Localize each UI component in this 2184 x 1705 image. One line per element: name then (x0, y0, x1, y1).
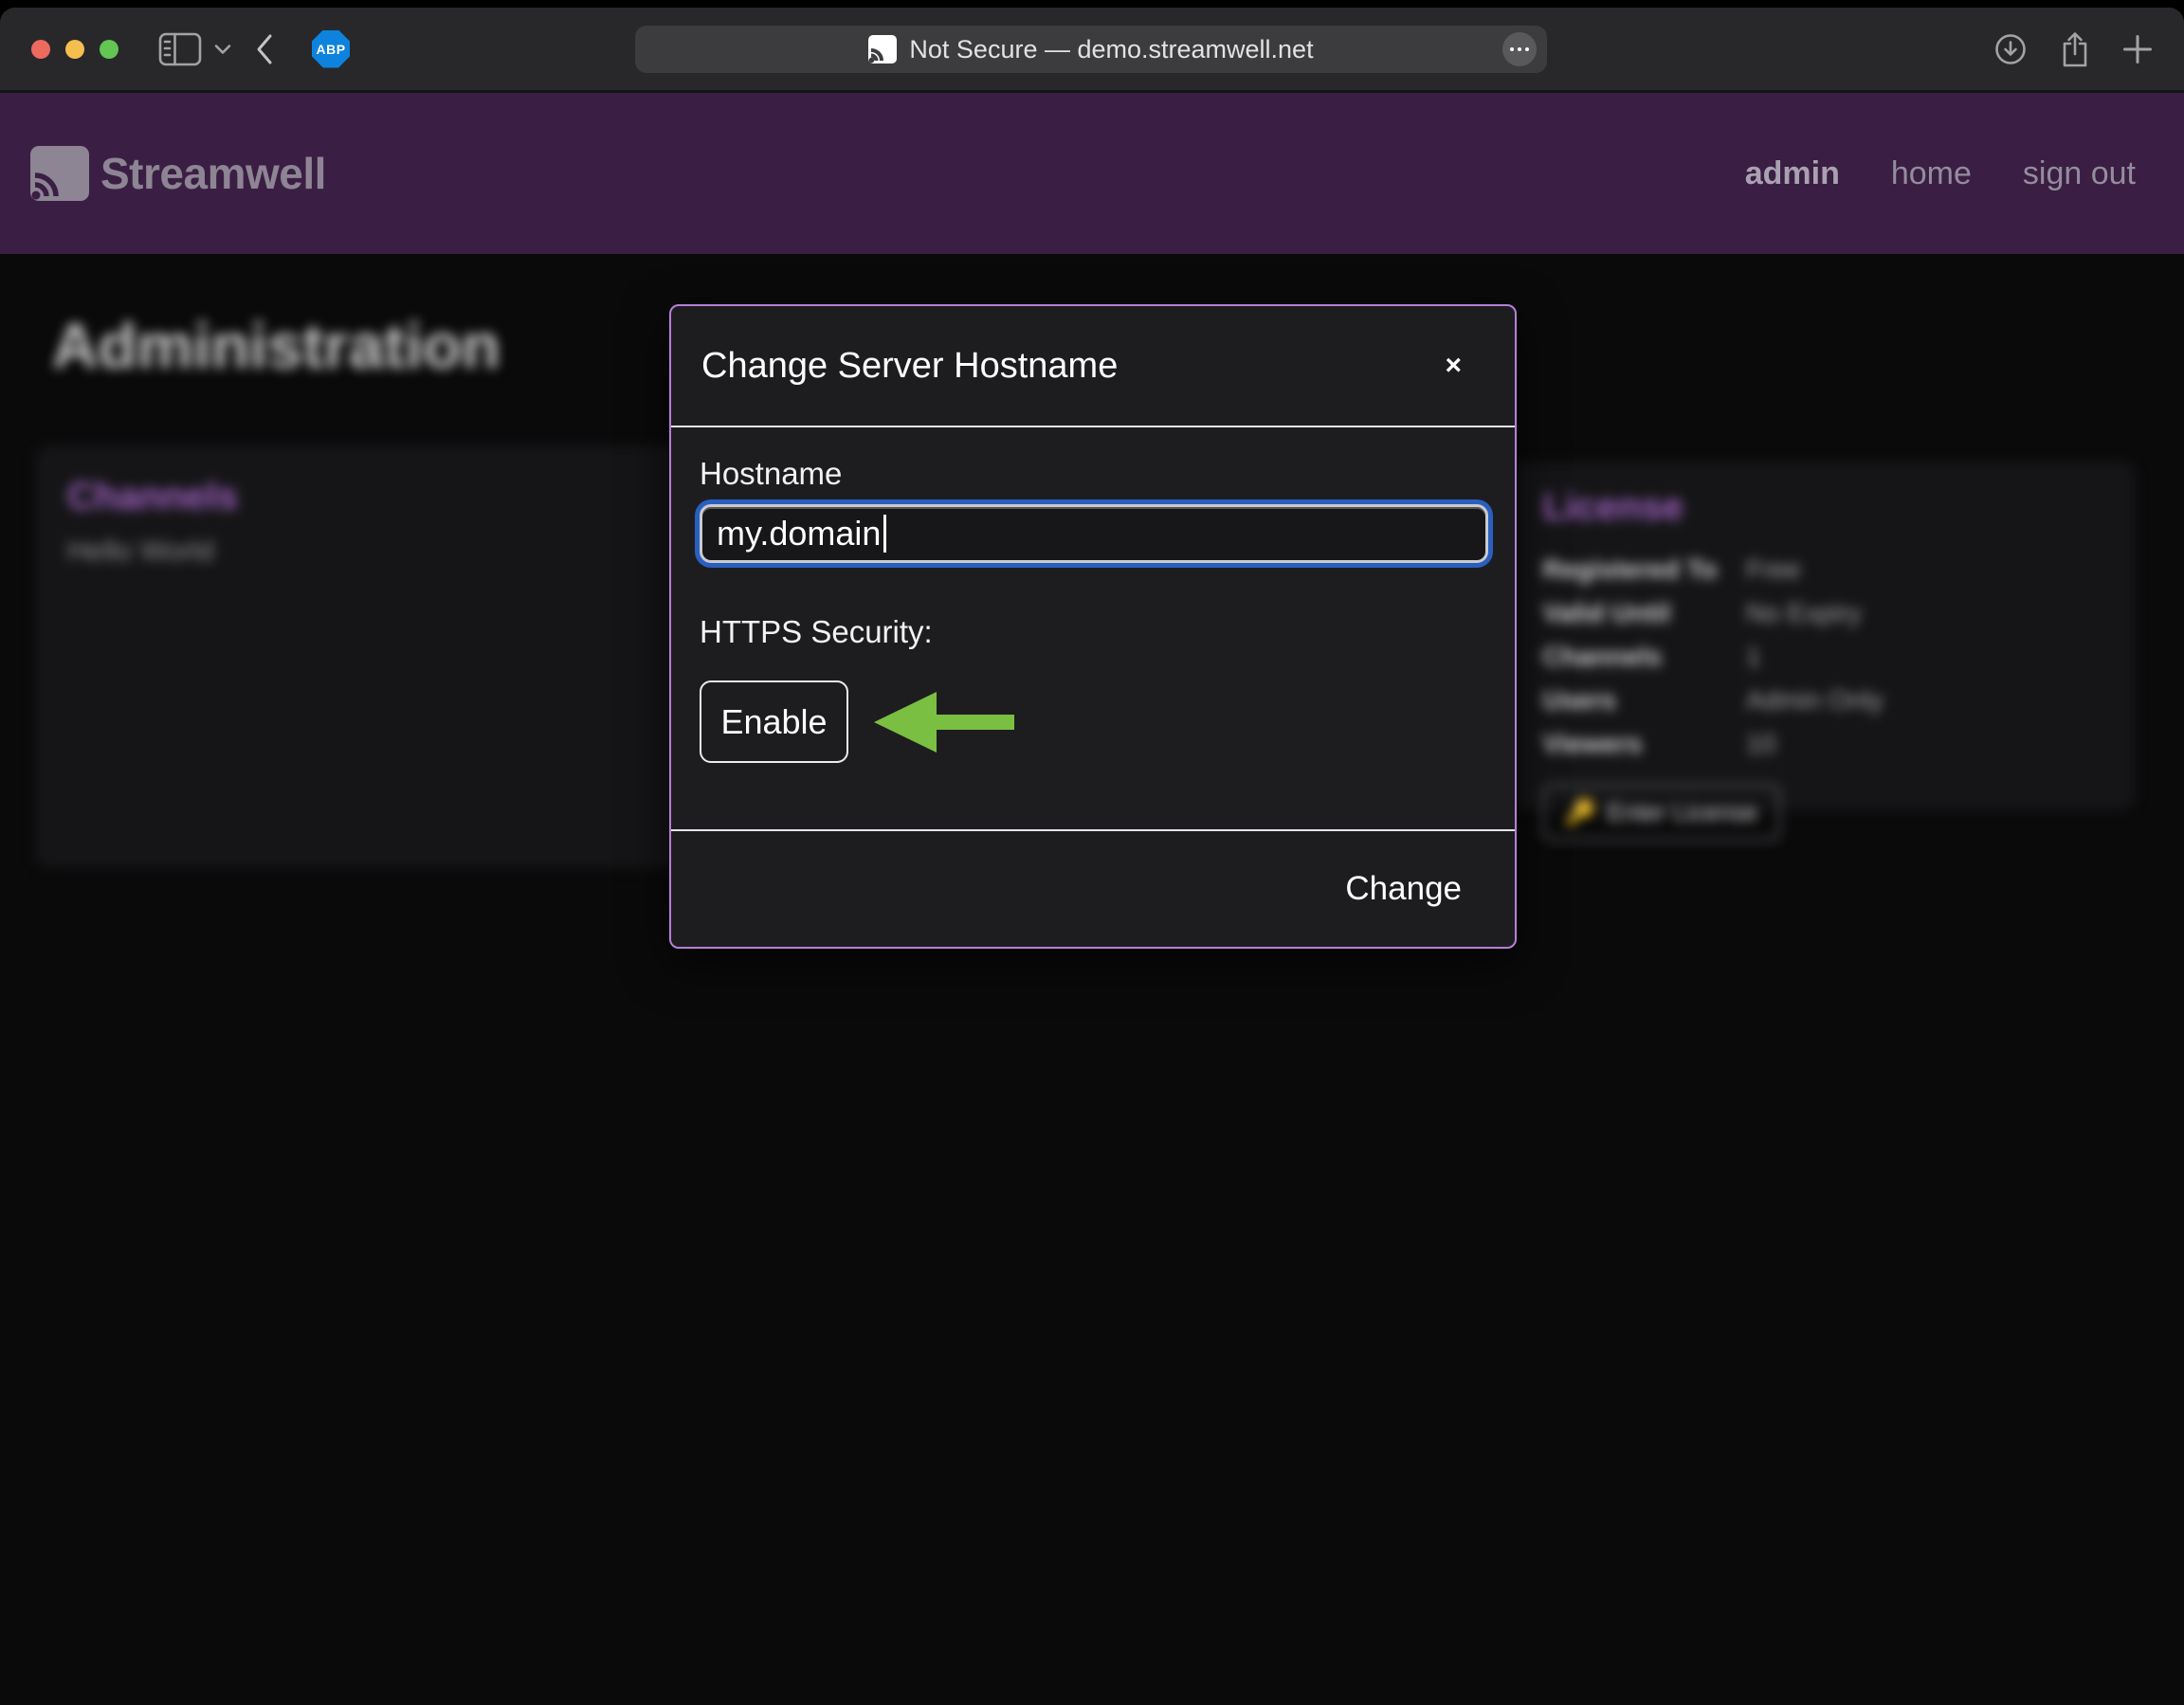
adblock-extension-icon[interactable]: ABP (312, 30, 350, 68)
page-settings-ellipsis-icon[interactable] (1502, 32, 1537, 66)
license-panel: License Registered To Free Valid Until N… (1514, 462, 2136, 810)
key-icon: 🔑 (1565, 798, 1595, 827)
nav-link-home[interactable]: home (1891, 155, 1972, 192)
brand-name: Streamwell (100, 148, 326, 199)
nav-link-admin[interactable]: admin (1745, 155, 1840, 192)
license-row-value: No Expiry (1746, 598, 2107, 628)
nav-link-sign-out[interactable]: sign out (2023, 155, 2136, 192)
downloads-icon[interactable] (1994, 33, 2027, 65)
hostname-label: Hostname (700, 456, 1488, 492)
screen: { "browser": { "window_controls": ["clos… (0, 0, 2184, 1705)
modal-footer: Change (671, 829, 1515, 947)
license-row-label: Viewers (1542, 729, 1746, 759)
license-panel-title: License (1542, 486, 2107, 529)
window-controls (31, 40, 118, 59)
zoom-window-button[interactable] (100, 40, 118, 59)
enable-https-button[interactable]: Enable (700, 680, 848, 763)
license-row-value: Free (1746, 554, 2107, 585)
cast-logo-icon (30, 146, 89, 201)
hostname-input[interactable]: my.domain (700, 504, 1488, 563)
address-bar[interactable]: Not Secure — demo.streamwell.net (635, 26, 1547, 73)
site-favicon-cast-icon (868, 35, 897, 63)
modal-header: Change Server Hostname × (671, 306, 1515, 427)
license-row: Registered To Free (1542, 548, 2107, 591)
new-tab-plus-icon[interactable] (2123, 35, 2152, 63)
minimize-window-button[interactable] (65, 40, 84, 59)
license-row-value: 10 (1746, 729, 2107, 759)
page-title: Administration (52, 310, 500, 383)
green-arrow-annotation-icon (874, 691, 1014, 753)
sidebar-chevron-down-icon[interactable] (214, 44, 231, 55)
browser-window: ABP Not Secure — demo.streamwell.net (0, 8, 2184, 1705)
back-icon[interactable] (255, 33, 274, 65)
modal-body: Hostname my.domain HTTPS Security: Enabl… (671, 427, 1515, 829)
license-row: Users Admin Only (1542, 679, 2107, 722)
enter-license-label: Enter License (1607, 798, 1757, 827)
https-security-label: HTTPS Security: (700, 614, 1488, 650)
streamwell-logo[interactable]: Streamwell (30, 146, 326, 201)
site-header: Streamwell admin home sign out (0, 93, 2184, 254)
license-row: Channels 1 (1542, 635, 2107, 679)
license-row-value: 1 (1746, 642, 2107, 672)
change-hostname-submit-button[interactable]: Change (1339, 869, 1467, 909)
license-row-label: Users (1542, 685, 1746, 716)
sidebar-toggle-icon[interactable] (158, 32, 202, 66)
close-icon[interactable]: × (1435, 346, 1471, 386)
address-bar-text: Not Secure — demo.streamwell.net (909, 35, 1313, 64)
toolbar-right-actions (1994, 8, 2152, 90)
close-window-button[interactable] (31, 40, 50, 59)
modal-title: Change Server Hostname (701, 346, 1118, 387)
license-row: Viewers 10 (1542, 722, 2107, 766)
hostname-value: my.domain (717, 514, 881, 553)
browser-toolbar: ABP Not Secure — demo.streamwell.net (0, 8, 2184, 93)
main-nav: admin home sign out (1745, 155, 2136, 192)
share-icon[interactable] (2061, 30, 2089, 68)
license-details: Registered To Free Valid Until No Expiry… (1542, 548, 2107, 766)
license-row-value: Admin Only (1746, 685, 2107, 716)
change-hostname-modal: Change Server Hostname × Hostname my.dom… (669, 304, 1517, 949)
text-caret (883, 515, 886, 553)
license-row: Valid Until No Expiry (1542, 591, 2107, 635)
license-row-label: Channels (1542, 642, 1746, 672)
https-toggle-row: Enable (700, 680, 1488, 763)
license-row-label: Valid Until (1542, 598, 1746, 628)
license-row-label: Registered To (1542, 554, 1746, 585)
enter-license-button[interactable]: 🔑 Enter License (1542, 785, 1780, 841)
